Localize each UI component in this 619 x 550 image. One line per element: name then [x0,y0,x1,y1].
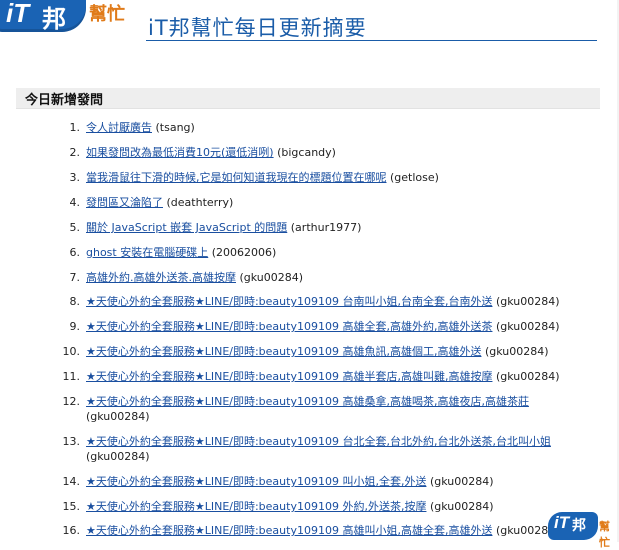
question-number-text: 3. [69,171,81,184]
question-author: (gku00284) [484,345,549,358]
question-author: (bigcandy) [277,146,336,159]
question-author: (gku00284) [239,271,304,284]
question-content: 關於 JavaScript 嵌套 JavaScript 的問題 (arthur1… [86,220,596,235]
page-title: iT邦幫忙每日更新摘要 [148,16,367,40]
question-content: ★天使心外約全套服務★LINE/即時:beauty109109 叫小姐,全套,外… [86,474,596,489]
question-link[interactable]: ★天使心外約全套服務★LINE/即時:beauty109109 高雄魚訊,高雄個… [86,345,481,358]
question-link[interactable]: ★天使心外約全套服務★LINE/即時:beauty109109 高雄半套店,高雄… [86,370,492,383]
question-number: 5. [52,220,81,235]
question-content: ★天使心外約全套服務★LINE/即時:beauty109109 高雄魚訊,高雄個… [86,344,596,359]
question-number-text: 8. [69,295,81,308]
question-number: 1. [52,120,81,135]
question-number-text: 6. [69,246,81,259]
question-number-text: 1. [69,121,81,134]
question-author: (gku00284) [495,320,560,333]
question-number: 9. [52,319,81,334]
question-content: ★天使心外約全套服務★LINE/即時:beauty109109 高雄全套,高雄外… [86,319,596,334]
question-content: ★天使心外約全套服務★LINE/即時:beauty109109 高雄桑拿,高雄喝… [86,394,596,424]
question-number-text: 7. [69,271,81,284]
question-link[interactable]: ★天使心外約全套服務★LINE/即時:beauty109109 台北全套,台北外… [86,435,551,448]
question-number: 7. [52,270,81,285]
question-number: 8. [52,294,81,309]
question-number: 14. [52,474,81,489]
header: iT 邦 幫忙 iT邦幫忙每日更新摘要 [0,0,619,48]
question-number-text: 9. [69,320,81,333]
question-number-text: 16. [62,524,81,537]
question-number-text: 2. [69,146,81,159]
question-link[interactable]: ★天使心外約全套服務★LINE/即時:beauty109109 高雄桑拿,高雄喝… [86,395,529,408]
question-author: (gku00284) [429,500,494,513]
question-author: (getlose) [390,171,439,184]
section-header: 今日新增發問 [16,88,600,109]
question-content: ★天使心外約全套服務★LINE/即時:beauty109109 台南叫小姐,台南… [86,294,596,309]
question-link[interactable]: ★天使心外約全套服務★LINE/即時:beauty109109 叫小姐,全套,外… [86,475,426,488]
question-content: ghost 安裝在電腦硬碟上 (20062006) [86,245,596,260]
question-author: (gku00284) [86,410,150,423]
question-link[interactable]: 令人討厭廣告 [86,121,152,134]
question-number: 15. [52,499,81,514]
question-number-text: 11. [62,370,81,383]
question-number-text: 13. [62,435,81,448]
question-number: 3. [52,170,81,185]
question-number: 13. [52,434,81,449]
logo-help-text: 幫忙 [89,4,125,25]
question-number: 2. [52,145,81,160]
question-link[interactable]: ★天使心外約全套服務★LINE/即時:beauty109109 外約,外送茶,按… [86,500,426,513]
question-content: ★天使心外約全套服務★LINE/即時:beauty109109 高雄叫小姐,高雄… [86,523,596,538]
question-number-text: 4. [69,196,81,209]
question-link[interactable]: ★天使心外約全套服務★LINE/即時:beauty109109 高雄叫小姐,高雄… [86,524,492,537]
floating-logo[interactable]: iT 邦 幫忙 [548,508,618,549]
question-author: (gku00284) [495,370,560,383]
question-content: 高雄外約.高雄外送茶.高雄按摩 (gku00284) [86,270,596,285]
question-number: 10. [52,344,81,359]
question-number: 11. [52,369,81,384]
logo-it-text: iT [6,0,30,28]
question-number-text: 14. [62,475,81,488]
question-content: 當我滑鼠往下滑的時候,它是如何知道我現在的標題位置在哪呢 (getlose) [86,170,596,185]
floating-logo-help: 幫忙 [599,520,610,549]
question-link[interactable]: 發問區又淪陷了 [86,196,163,209]
question-number: 4. [52,195,81,210]
question-author: (tsang) [155,121,195,134]
logo-bang-text: 邦 [42,5,66,33]
question-author: (gku00284) [429,475,494,488]
site-logo[interactable]: iT 邦 幫忙 [0,0,140,36]
floating-logo-it: iT [554,513,570,532]
title-underline [146,40,597,41]
question-content: ★天使心外約全套服務★LINE/即時:beauty109109 高雄半套店,高雄… [86,369,596,384]
question-link[interactable]: 如果發問改為最低消費10元(還低消咧) [86,146,274,159]
question-author: (gku00284) [495,295,560,308]
question-number-text: 12. [62,395,81,408]
floating-logo-bang: 邦 [572,518,586,534]
question-link[interactable]: ★天使心外約全套服務★LINE/即時:beauty109109 高雄全套,高雄外… [86,320,492,333]
question-author: (deathterry) [166,196,234,209]
question-author: (gku00284) [86,450,150,463]
question-content: 令人討厭廣告 (tsang) [86,120,596,135]
question-content: ★天使心外約全套服務★LINE/即時:beauty109109 台北全套,台北外… [86,434,596,464]
question-content: 發問區又淪陷了 (deathterry) [86,195,596,210]
question-number-text: 10. [62,345,81,358]
question-content: 如果發問改為最低消費10元(還低消咧) (bigcandy) [86,145,596,160]
question-link[interactable]: 關於 JavaScript 嵌套 JavaScript 的問題 [86,221,287,234]
question-number: 16. [52,523,81,538]
question-number: 6. [52,245,81,260]
section-title: 今日新增發問 [25,93,104,108]
question-number: 12. [52,394,81,409]
question-number-text: 5. [69,221,81,234]
question-link[interactable]: 當我滑鼠往下滑的時候,它是如何知道我現在的標題位置在哪呢 [86,171,387,184]
question-link[interactable]: ghost 安裝在電腦硬碟上 [86,246,208,259]
question-author: (20062006) [211,246,277,259]
question-author: (arthur1977) [290,221,362,234]
question-content: ★天使心外約全套服務★LINE/即時:beauty109109 外約,外送茶,按… [86,499,596,514]
question-link[interactable]: 高雄外約.高雄外送茶.高雄按摩 [86,271,236,284]
question-number-text: 15. [62,500,81,513]
question-link[interactable]: ★天使心外約全套服務★LINE/即時:beauty109109 台南叫小姐,台南… [86,295,492,308]
